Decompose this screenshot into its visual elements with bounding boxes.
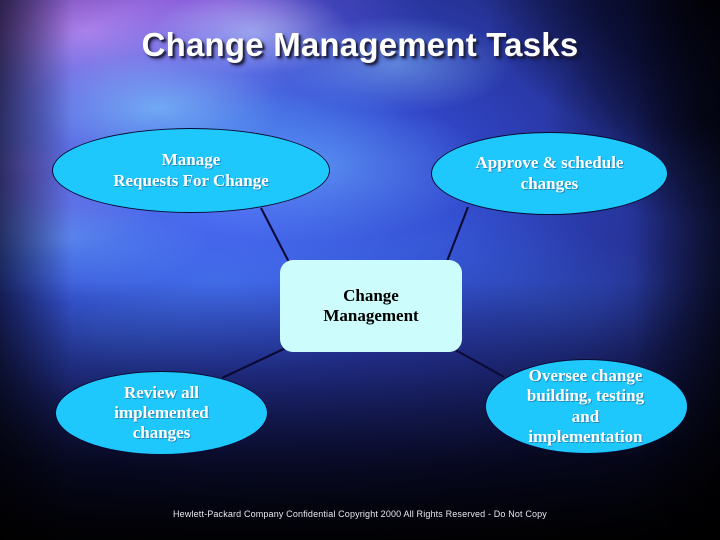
node-change-management-label: Change Management: [323, 285, 419, 325]
node-manage-requests-label: Manage Requests For Change: [113, 150, 269, 190]
node-manage-requests[interactable]: Manage Requests For Change: [52, 128, 330, 213]
presentation-slide: Change Management Tasks Manage Requests …: [0, 0, 720, 540]
node-review-all[interactable]: Review all implemented changes: [55, 371, 268, 455]
node-approve-schedule-label: Approve & schedule changes: [475, 153, 624, 193]
node-oversee-change-label: Oversee change building, testing and imp…: [526, 366, 645, 446]
node-review-all-label: Review all implemented changes: [114, 382, 209, 443]
connector-manage-requests-to-center: [260, 207, 293, 269]
node-change-management-center[interactable]: Change Management: [280, 260, 462, 352]
confidentiality-footer: Hewlett-Packard Company Confidential Cop…: [173, 509, 547, 519]
node-oversee-change[interactable]: Oversee change building, testing and imp…: [485, 359, 688, 454]
connector-center-to-review-all: [221, 346, 289, 379]
node-approve-schedule[interactable]: Approve & schedule changes: [431, 132, 668, 215]
